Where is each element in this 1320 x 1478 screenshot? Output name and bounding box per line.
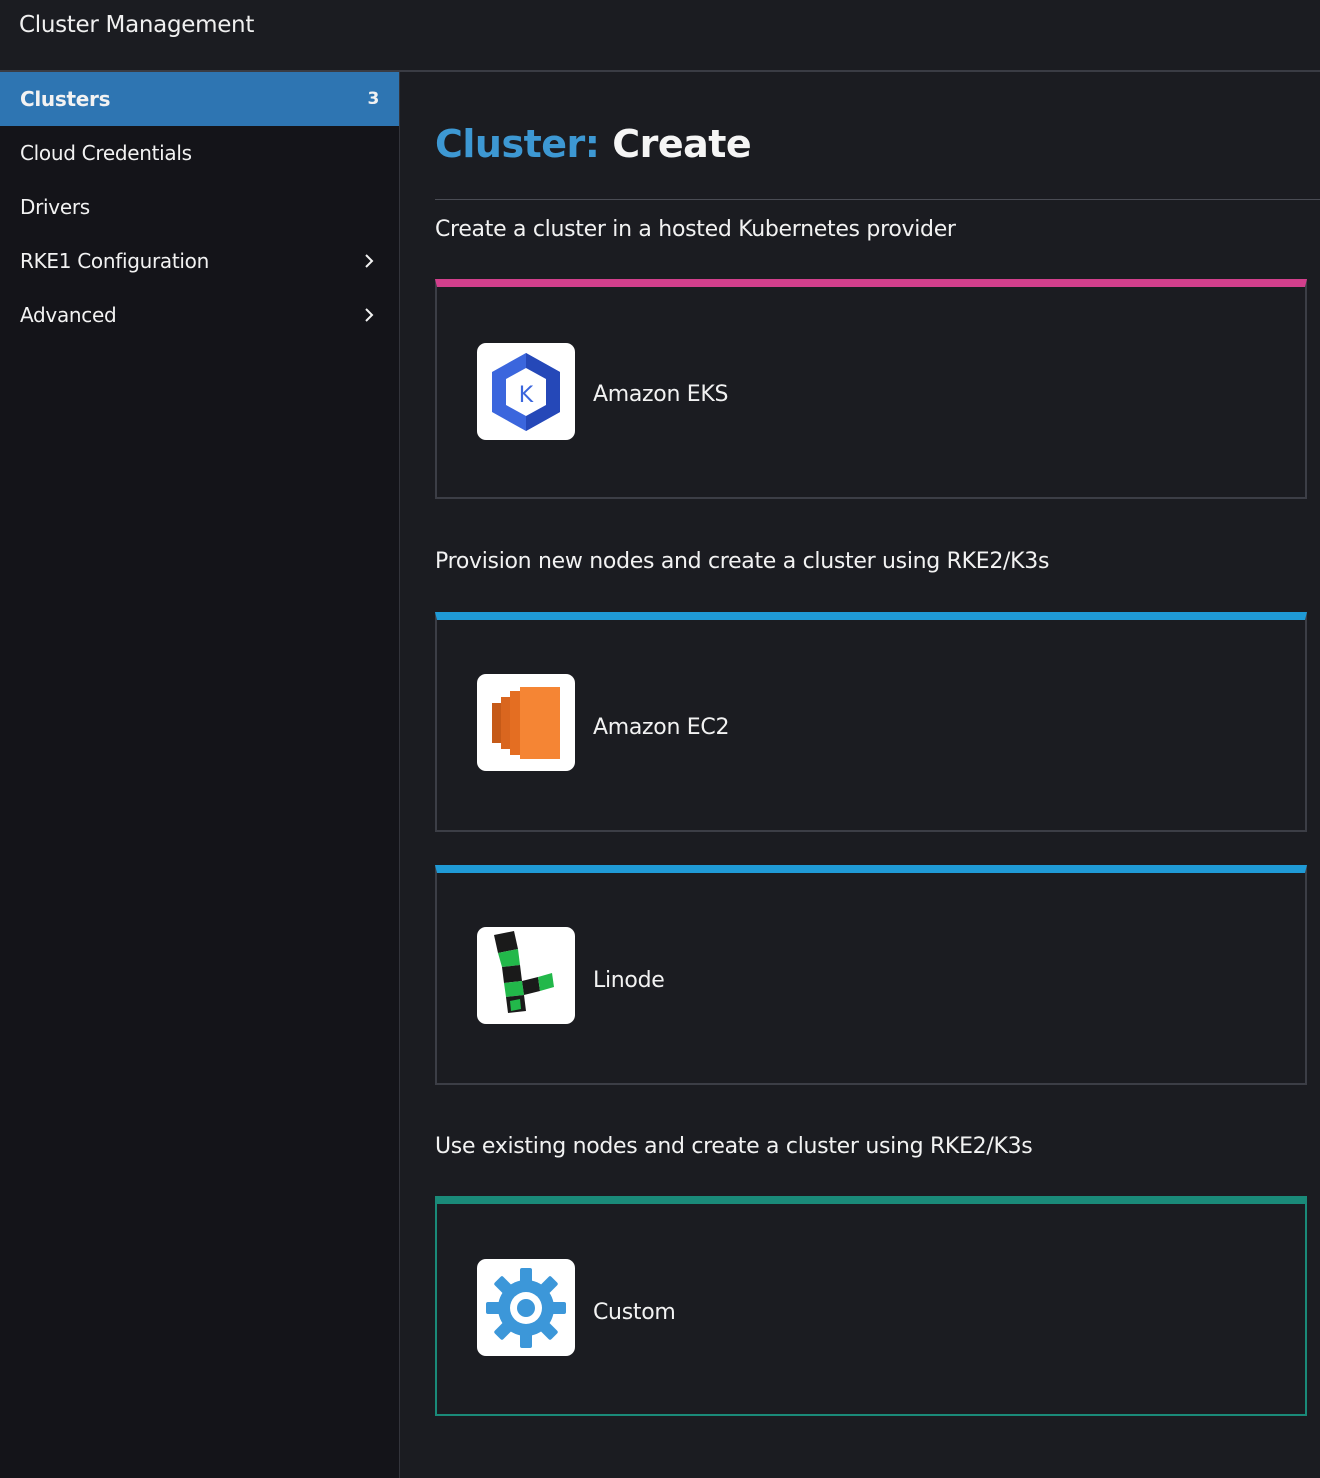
sidebar: Clusters 3 Cloud Credentials Drivers RKE…	[0, 72, 400, 1478]
section-label-existing: Use existing nodes and create a cluster …	[435, 1134, 1033, 1159]
page-title: Cluster: Create	[435, 122, 752, 166]
sidebar-item-label: RKE1 Configuration	[20, 249, 209, 273]
gear-icon	[477, 1259, 575, 1356]
divider	[435, 199, 1320, 200]
linode-icon	[477, 927, 575, 1024]
card-name: Linode	[593, 968, 665, 993]
page-title-text: Create	[612, 122, 752, 166]
svg-text:K: K	[519, 383, 534, 408]
sidebar-item-cloud-credentials[interactable]: Cloud Credentials	[0, 126, 399, 180]
cluster-count-badge: 3	[367, 89, 379, 109]
card-name: Amazon EC2	[593, 715, 730, 740]
card-name: Amazon EKS	[593, 382, 729, 407]
sidebar-item-label: Advanced	[20, 303, 117, 327]
amazon-eks-icon: K	[477, 343, 575, 440]
sidebar-item-drivers[interactable]: Drivers	[0, 180, 399, 234]
card-amazon-ec2[interactable]: Amazon EC2	[435, 612, 1307, 832]
chevron-right-icon	[365, 254, 374, 268]
sidebar-item-label: Drivers	[20, 195, 90, 219]
sidebar-item-rke1-configuration[interactable]: RKE1 Configuration	[0, 234, 399, 288]
card-amazon-eks[interactable]: K Amazon EKS	[435, 279, 1307, 499]
sidebar-item-label: Cloud Credentials	[20, 141, 192, 165]
sidebar-item-label: Clusters	[20, 87, 111, 111]
card-linode[interactable]: Linode	[435, 865, 1307, 1085]
main-content: Cluster: Create Create a cluster in a ho…	[401, 72, 1320, 1478]
section-label-hosted: Create a cluster in a hosted Kubernetes …	[435, 217, 956, 242]
sidebar-item-advanced[interactable]: Advanced	[0, 288, 399, 342]
amazon-ec2-icon	[477, 674, 575, 771]
app-title: Cluster Management	[19, 12, 255, 38]
card-name: Custom	[593, 1300, 676, 1325]
sidebar-item-clusters[interactable]: Clusters 3	[0, 72, 399, 126]
chevron-right-icon	[365, 308, 374, 322]
top-bar: Cluster Management	[0, 0, 1320, 72]
page-title-prefix: Cluster:	[435, 122, 600, 166]
section-label-provision: Provision new nodes and create a cluster…	[435, 549, 1050, 574]
card-custom[interactable]: Custom	[435, 1196, 1307, 1416]
